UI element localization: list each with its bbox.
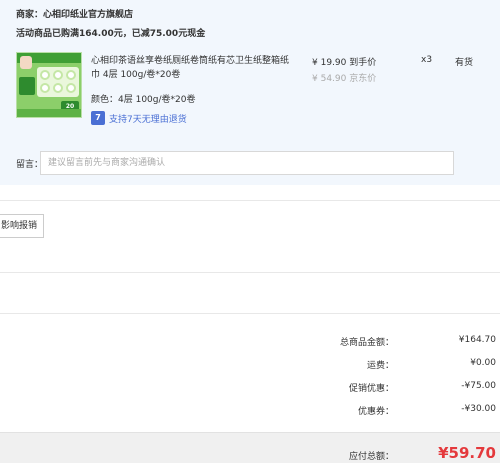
invoice-button[interactable]: 影响报销 bbox=[0, 214, 44, 238]
return-policy-icon: 7 bbox=[91, 111, 105, 125]
summary-value-goods-total: ¥164.70 bbox=[458, 335, 496, 345]
final-price: ¥ 19.90 到手价 bbox=[312, 58, 377, 68]
merchant-name[interactable]: 商家：心相印纸业官方旗舰店 bbox=[16, 7, 133, 20]
store-order-panel: 商家：心相印纸业官方旗舰店 活动商品已购满164.00元，已减75.00元现金 … bbox=[0, 0, 500, 185]
remark-label: 留言： bbox=[16, 160, 44, 170]
divider bbox=[0, 272, 500, 273]
summary-label-promotion: 促销优惠： bbox=[348, 384, 394, 394]
quantity: x3 bbox=[421, 55, 433, 65]
summary-value-promotion: -¥75.00 bbox=[461, 381, 496, 391]
divider bbox=[0, 313, 500, 314]
summary-value-coupon: -¥30.00 bbox=[461, 404, 496, 414]
divider bbox=[0, 200, 500, 201]
reference-price: ¥ 54.90 京东价 bbox=[312, 74, 377, 84]
promo-notice: 活动商品已购满164.00元，已减75.00元现金 bbox=[16, 29, 206, 39]
return-policy: 7 支持7天无理由退货 bbox=[91, 111, 187, 125]
summary-label-coupon: 优惠券： bbox=[357, 407, 394, 417]
product-title-link[interactable]: 心相印茶语丝享卷纸厕纸卷筒纸有芯卫生纸整箱纸巾 4层 100g/卷*20卷 bbox=[91, 54, 291, 82]
summary-label-shipping: 运费： bbox=[366, 361, 394, 371]
summary-value-shipping: ¥0.00 bbox=[470, 358, 496, 368]
payable-label: 应付总额： bbox=[348, 452, 394, 462]
payable-amount: ¥59.70 bbox=[438, 444, 496, 462]
return-policy-text[interactable]: 支持7天无理由退货 bbox=[109, 112, 187, 125]
product-thumbnail[interactable]: 20 bbox=[16, 52, 82, 118]
payable-bar: 应付总额： ¥59.70 bbox=[0, 432, 500, 463]
summary-label-goods-total: 总商品金额： bbox=[339, 338, 394, 348]
stock-status: 有货 bbox=[455, 58, 474, 68]
remark-input[interactable]: 建议留言前先与商家沟通确认 bbox=[40, 151, 454, 175]
product-spec: 颜色：4层 100g/卷*20卷 bbox=[91, 95, 196, 105]
